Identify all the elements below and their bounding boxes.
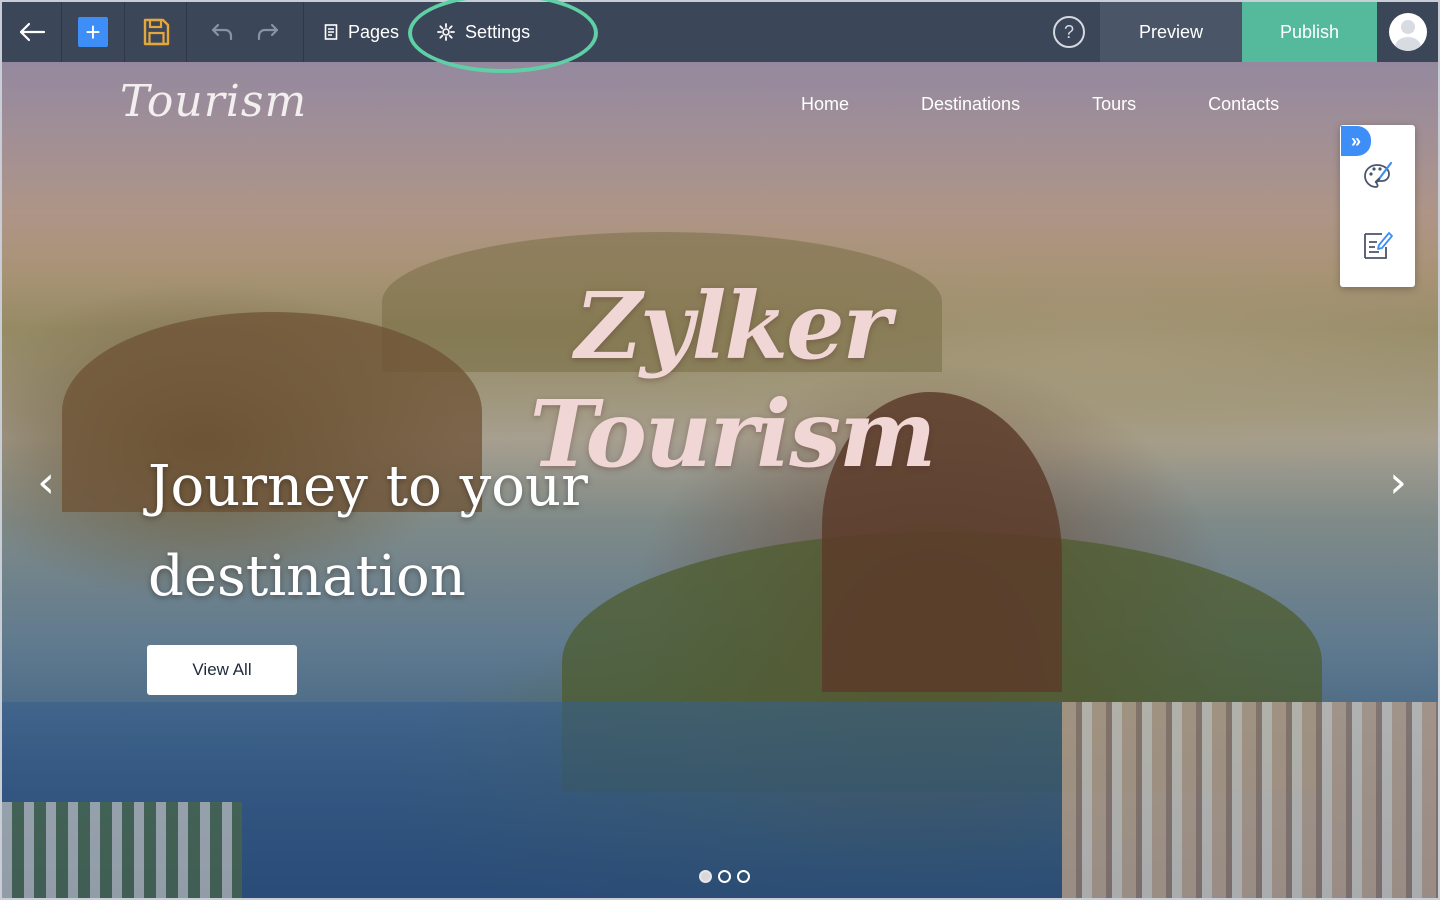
preview-button[interactable]: Preview (1100, 2, 1242, 62)
save-button[interactable] (125, 2, 187, 62)
carousel-dot[interactable] (718, 870, 731, 883)
page-icon (324, 24, 338, 40)
hero-banner: Tourism Home Destinations Tours Contacts… (0, 62, 1440, 900)
add-element-button[interactable]: + (62, 2, 125, 62)
pages-menu[interactable]: Pages (304, 2, 399, 62)
hero-heading: Journey to your destination (148, 442, 668, 622)
arrow-left-icon (19, 22, 45, 42)
publish-label: Publish (1279, 21, 1340, 42)
preview-label: Preview (1138, 21, 1204, 42)
pages-label: Pages (348, 21, 400, 42)
undo-icon[interactable] (210, 22, 234, 42)
gear-icon (437, 23, 455, 41)
avatar (1388, 13, 1427, 51)
redo-icon[interactable] (256, 22, 280, 42)
carousel-dots (699, 870, 750, 883)
history-controls (187, 2, 304, 62)
collapse-panel-button[interactable]: » (1341, 126, 1371, 156)
background-city-left (2, 802, 242, 898)
carousel-dot[interactable] (699, 870, 712, 883)
background-city-right (1062, 702, 1438, 898)
nav-contacts[interactable]: Contacts (1208, 94, 1279, 115)
question-icon: ? (1053, 16, 1085, 48)
carousel-dot[interactable] (737, 870, 750, 883)
nav-home[interactable]: Home (801, 94, 849, 115)
carousel-prev-icon[interactable]: ‹ (26, 457, 66, 508)
view-all-button[interactable]: View All (147, 645, 297, 695)
palette-brush-icon[interactable] (1362, 160, 1394, 192)
site-nav: Home Destinations Tours Contacts (801, 94, 1279, 115)
help-button[interactable]: ? (1038, 2, 1100, 62)
hero-heading-line-2: destination (148, 544, 466, 609)
editor-toolbar: + Pages Settings ? Preview Publish (0, 0, 1440, 62)
edit-document-icon[interactable] (1362, 230, 1394, 262)
settings-menu[interactable]: Settings (399, 2, 530, 62)
plus-icon: + (78, 17, 108, 47)
hero-heading-line-1: Journey to your (148, 454, 588, 519)
carousel-next-icon[interactable]: › (1378, 457, 1418, 508)
site-logo[interactable]: Tourism (120, 76, 307, 127)
publish-button[interactable]: Publish (1242, 2, 1377, 62)
user-menu[interactable] (1377, 2, 1438, 62)
floppy-disk-icon (143, 18, 169, 46)
nav-tours[interactable]: Tours (1092, 94, 1136, 115)
back-button[interactable] (2, 2, 62, 62)
settings-label: Settings (465, 21, 531, 42)
nav-destinations[interactable]: Destinations (921, 94, 1020, 115)
